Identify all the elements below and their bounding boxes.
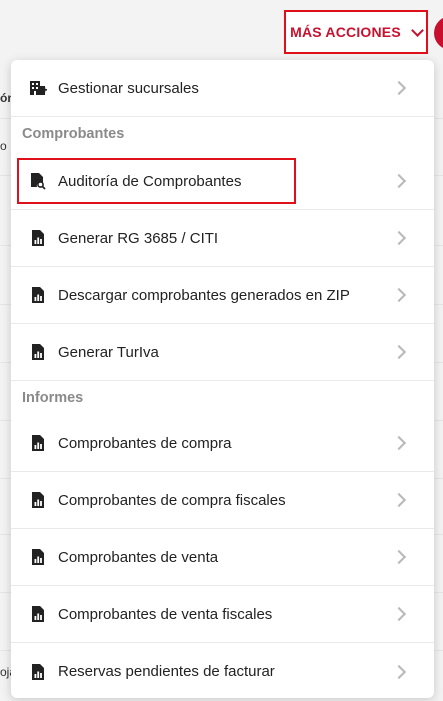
menu-item-gestionar-sucursales[interactable]: Gestionar sucursales <box>11 60 434 117</box>
section-title: Informes <box>22 390 84 406</box>
chevron-right-icon <box>391 492 407 508</box>
menu-item-label: Comprobantes de venta fiscales <box>58 605 273 623</box>
menu-item-label: Descargar comprobantes generados en ZIP <box>58 286 350 304</box>
more-actions-dropdown: Gestionar sucursales Comprobantes Audito… <box>11 60 434 698</box>
table-cell-fragment: o <box>0 139 7 153</box>
chevron-right-icon <box>391 549 407 565</box>
more-actions-label: MÁS ACCIONES <box>290 24 401 40</box>
chevron-right-icon <box>391 435 407 451</box>
chevron-right-icon <box>391 287 407 303</box>
menu-item-label: Comprobantes de venta <box>58 548 219 566</box>
report-document-icon <box>29 548 47 566</box>
page: ón o oja MÁS ACCIONES Gestionar sucursal… <box>0 0 443 701</box>
chevron-right-icon <box>391 606 407 622</box>
menu-item-label: Gestionar sucursales <box>58 79 199 97</box>
chevron-right-icon <box>391 664 407 679</box>
menu-item-descargar-zip[interactable]: Descargar comprobantes generados en ZIP <box>11 267 434 324</box>
building-add-icon <box>29 79 47 97</box>
menu-item-auditoria-comprobantes[interactable]: Auditoría de Comprobantes <box>11 153 434 210</box>
menu-item-comprobantes-venta[interactable]: Comprobantes de venta <box>11 529 434 586</box>
menu-item-label: Comprobantes de compra <box>58 434 232 452</box>
menu-item-generar-rg-3685[interactable]: Generar RG 3685 / CITI <box>11 210 434 267</box>
menu-item-comprobantes-compra[interactable]: Comprobantes de compra <box>11 415 434 472</box>
section-comprobantes: Comprobantes <box>11 117 434 153</box>
report-document-icon <box>29 663 47 681</box>
menu-item-label: Generar RG 3685 / CITI <box>58 229 219 247</box>
menu-item-comprobantes-venta-fiscales[interactable]: Comprobantes de venta fiscales <box>11 586 434 643</box>
report-document-icon <box>29 491 47 509</box>
more-actions-button[interactable]: MÁS ACCIONES <box>284 10 428 54</box>
chevron-right-icon <box>391 344 407 360</box>
report-document-icon <box>29 343 47 361</box>
chevron-right-icon <box>391 230 407 246</box>
report-document-icon <box>29 434 47 452</box>
report-document-icon <box>29 605 47 623</box>
avatar[interactable] <box>434 16 443 50</box>
chevron-right-icon <box>391 173 407 189</box>
menu-item-reservas-pendientes[interactable]: Reservas pendientes de facturar <box>11 643 434 698</box>
chevron-down-icon <box>411 23 424 37</box>
menu-item-label: Auditoría de Comprobantes <box>58 172 242 190</box>
menu-item-generar-turiva[interactable]: Generar TurIva <box>11 324 434 381</box>
section-title: Comprobantes <box>22 126 125 142</box>
menu-item-label: Comprobantes de compra fiscales <box>58 491 286 509</box>
menu-item-comprobantes-compra-fiscales[interactable]: Comprobantes de compra fiscales <box>11 472 434 529</box>
document-search-icon <box>29 172 47 190</box>
menu-item-label: Reservas pendientes de facturar <box>58 663 275 680</box>
report-document-icon <box>29 229 47 247</box>
section-informes: Informes <box>11 381 434 417</box>
menu-item-label: Generar TurIva <box>58 343 159 361</box>
chevron-right-icon <box>391 80 407 96</box>
report-document-icon <box>29 286 47 304</box>
